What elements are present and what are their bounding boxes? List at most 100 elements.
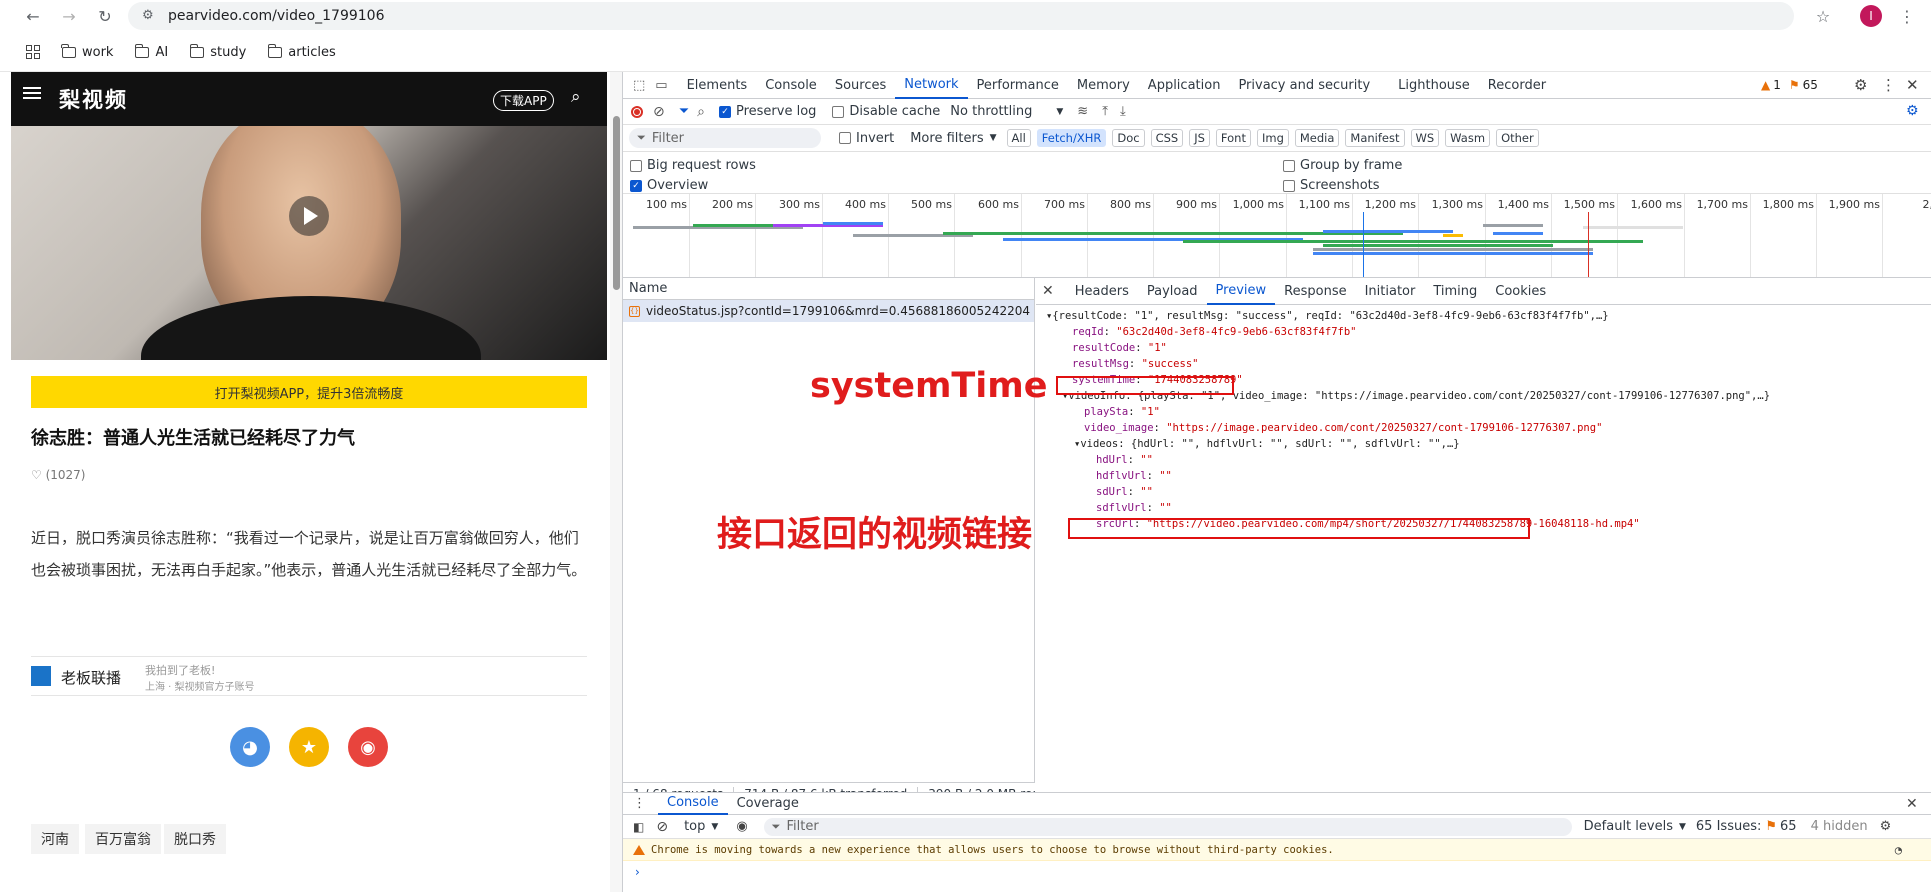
site-info-icon[interactable]: ⚙ — [142, 8, 158, 24]
big-request-rows-checkbox[interactable]: Big request rows — [630, 158, 756, 173]
overview-checkbox[interactable]: ✓ Overview — [630, 178, 708, 193]
bookmark-folder-articles[interactable]: articles — [267, 43, 336, 60]
tab-timing[interactable]: Timing — [1424, 278, 1486, 305]
bookmark-folder-work[interactable]: work — [61, 43, 113, 60]
page-scrollbar-thumb[interactable] — [613, 116, 620, 290]
tab-privacy-security[interactable]: Privacy and security — [1229, 72, 1379, 99]
log-levels-select[interactable]: Default levels ▼ — [1584, 819, 1686, 834]
sidebar-toggle-icon[interactable]: ◧ — [633, 820, 644, 834]
warnings-counter[interactable]: ▲ 1 ⚑ 65 — [1761, 78, 1818, 92]
preserve-log-checkbox[interactable]: ✓ Preserve log — [718, 104, 816, 119]
filter-type-all[interactable]: All — [1006, 129, 1031, 147]
clear-console-icon[interactable]: ⊘ — [656, 819, 668, 835]
tab-elements[interactable]: Elements — [678, 72, 757, 99]
likes-count[interactable]: ♡ (1027) — [31, 468, 85, 482]
publisher-card[interactable]: 老板联播 我拍到了老板! 上海 · 梨视频官方子账号 — [31, 656, 587, 696]
inspect-element-icon[interactable]: ⬚ — [633, 78, 645, 93]
tab-network[interactable]: Network — [895, 72, 968, 99]
profile-avatar[interactable]: I — [1860, 5, 1882, 27]
tab-initiator[interactable]: Initiator — [1356, 278, 1425, 305]
tab-payload[interactable]: Payload — [1138, 278, 1207, 305]
tag-item[interactable]: 河南 — [31, 824, 79, 854]
request-row[interactable]: {} videoStatus.jsp?contId=1799106&mrd=0.… — [623, 300, 1034, 322]
cookie-icon[interactable]: ◔ — [1895, 843, 1902, 857]
bookmark-folder-ai[interactable]: AI — [134, 43, 168, 60]
close-drawer-icon[interactable]: ✕ — [1906, 796, 1918, 812]
bookmark-star-icon[interactable]: ☆ — [1810, 3, 1836, 29]
close-detail-icon[interactable]: ✕ — [1042, 283, 1054, 299]
invert-checkbox[interactable]: Invert — [839, 131, 894, 146]
tag-item[interactable]: 脱口秀 — [164, 824, 226, 854]
qzone-share-icon[interactable]: ★ — [289, 727, 329, 767]
tab-headers[interactable]: Headers — [1066, 278, 1138, 305]
console-prompt[interactable]: › — [623, 861, 1931, 883]
filter-type-other[interactable]: Other — [1496, 129, 1539, 147]
tab-console[interactable]: Console — [756, 72, 826, 99]
filter-type-ws[interactable]: WS — [1410, 129, 1440, 147]
hamburger-menu-icon[interactable] — [23, 92, 41, 94]
context-select[interactable]: top ▼ — [684, 819, 718, 834]
filter-type-font[interactable]: Font — [1215, 129, 1251, 147]
search-icon[interactable]: ⌕ — [697, 104, 705, 120]
tab-sources[interactable]: Sources — [826, 72, 895, 99]
export-har-icon[interactable]: ⤓ — [1120, 104, 1126, 119]
tab-lighthouse[interactable]: Lighthouse — [1389, 72, 1479, 99]
filter-type-wasm[interactable]: Wasm — [1445, 129, 1491, 147]
filter-type-img[interactable]: Img — [1256, 129, 1289, 147]
tag-item[interactable]: 百万富翁 — [85, 824, 161, 854]
network-settings-icon[interactable]: ⚙ — [1906, 103, 1919, 119]
filter-type-manifest[interactable]: Manifest — [1345, 129, 1405, 147]
site-logo[interactable]: 梨视频 — [59, 84, 128, 114]
apps-grid-icon[interactable] — [26, 45, 40, 59]
screenshots-checkbox[interactable]: Screenshots — [1283, 178, 1380, 193]
menu-kebab-icon[interactable]: ⋮ — [1894, 3, 1920, 29]
settings-gear-icon[interactable]: ⚙ — [1854, 76, 1867, 94]
weibo-share-icon[interactable]: ◉ — [348, 727, 388, 767]
record-icon[interactable] — [631, 105, 643, 118]
qq-share-icon[interactable]: ◕ — [230, 727, 270, 767]
reload-icon[interactable]: ↻ — [92, 3, 118, 29]
disable-cache-checkbox[interactable]: Disable cache — [832, 104, 940, 119]
drawer-tab-console[interactable]: Console — [658, 793, 728, 815]
drawer-menu-icon[interactable]: ⋮ — [633, 796, 646, 811]
filter-type-js[interactable]: JS — [1189, 129, 1210, 147]
import-har-icon[interactable]: ⤒ — [1102, 104, 1108, 119]
group-by-frame-checkbox[interactable]: Group by frame — [1283, 158, 1402, 173]
drawer-tab-coverage[interactable]: Coverage — [728, 793, 808, 815]
play-icon[interactable] — [289, 196, 329, 236]
console-settings-icon[interactable]: ⚙ — [1880, 819, 1892, 834]
more-filters-dropdown[interactable]: More filters ▼ — [910, 131, 996, 146]
tab-memory[interactable]: Memory — [1068, 72, 1139, 99]
throttling-select[interactable]: No throttling ▼ — [950, 104, 1063, 119]
tab-response[interactable]: Response — [1275, 278, 1355, 305]
filter-type-media[interactable]: Media — [1294, 129, 1340, 147]
filter-type-css[interactable]: CSS — [1150, 129, 1184, 147]
console-filter-input[interactable]: ⏷ Filter — [763, 817, 1572, 836]
bookmark-folder-study[interactable]: study — [189, 43, 246, 60]
open-app-banner[interactable]: 打开梨视频APP，提升3倍流畅度 — [31, 376, 587, 408]
tab-cookies[interactable]: Cookies — [1486, 278, 1555, 305]
download-app-button[interactable]: 下载APP — [493, 90, 554, 111]
network-conditions-icon[interactable]: ≋ — [1077, 104, 1088, 119]
network-overview-timeline[interactable]: 100 ms 200 ms 300 ms 400 ms 500 ms 600 ms 700 … — [623, 194, 1931, 278]
json-videos-line[interactable]: ▾videos: {hdUrl: "", hdflvUrl: "", sdUrl… — [1074, 436, 1460, 452]
search-icon[interactable]: ⌕ — [571, 87, 581, 107]
tab-recorder[interactable]: Recorder — [1479, 72, 1555, 99]
network-filter-input[interactable]: ⏷ Filter — [629, 128, 821, 148]
name-column-header[interactable]: Name — [623, 278, 1034, 300]
filter-type-fetch-xhr[interactable]: Fetch/XHR — [1036, 129, 1107, 147]
console-issues-counter[interactable]: 65 Issues: ⚑ 65 — [1696, 819, 1797, 834]
more-options-icon[interactable]: ⋮ — [1881, 76, 1896, 94]
filter-funnel-icon[interactable]: ⏷ — [679, 104, 689, 119]
tab-preview[interactable]: Preview — [1206, 278, 1276, 305]
video-player[interactable] — [11, 126, 607, 360]
address-bar[interactable]: ⚙ pearvideo.com/video_1799106 — [128, 2, 1794, 30]
clear-icon[interactable]: ⊘ — [653, 104, 665, 120]
tab-performance[interactable]: Performance — [968, 72, 1068, 99]
forward-icon[interactable]: → — [56, 3, 82, 29]
json-root-line[interactable]: ▾{resultCode: "1", resultMsg: "success",… — [1046, 308, 1609, 324]
filter-type-doc[interactable]: Doc — [1112, 129, 1145, 147]
device-toolbar-icon[interactable]: ▭ — [655, 78, 667, 93]
tab-application[interactable]: Application — [1139, 72, 1230, 99]
live-expression-eye-icon[interactable]: ◉ — [736, 819, 747, 834]
